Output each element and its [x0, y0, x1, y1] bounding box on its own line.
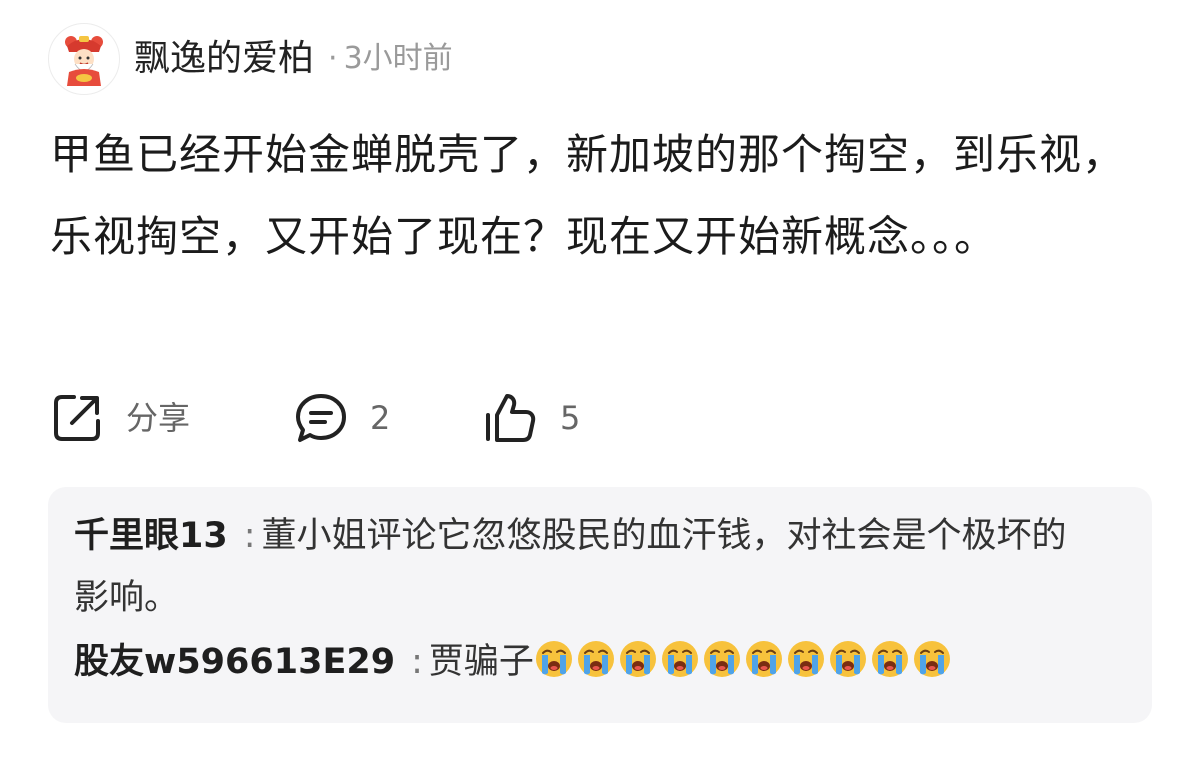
- crying-face-icon: [619, 641, 656, 677]
- post-header: 飘逸的爱柏 · 3小时前: [48, 22, 453, 96]
- crying-face-icon: [745, 641, 782, 677]
- emoji-row: [534, 641, 954, 682]
- comment-item[interactable]: 股友w596613E29: 贾骗子: [74, 631, 1094, 693]
- like-count: 5: [560, 399, 581, 437]
- avatar[interactable]: [48, 23, 120, 95]
- comment-separator: :: [243, 516, 256, 556]
- avatar-image: [65, 36, 103, 86]
- meta-separator: ·: [328, 41, 338, 76]
- share-label: 分享: [126, 399, 191, 437]
- share-icon: [54, 395, 100, 441]
- comments-preview[interactable]: 千里眼13: 董小姐评论它忽悠股民的血汗钱，对社会是个极坏的影响。 股友w5966…: [48, 487, 1152, 723]
- like-button[interactable]: 5: [482, 391, 580, 445]
- comment-item[interactable]: 千里眼13: 董小姐评论它忽悠股民的血汗钱，对社会是个极坏的影响。: [74, 505, 1094, 629]
- comment-count: 2: [370, 399, 391, 437]
- crying-face-icon: [703, 641, 740, 677]
- comment-icon: [296, 394, 346, 442]
- share-button[interactable]: 分享: [50, 391, 270, 445]
- thumbs-up-icon: [486, 394, 536, 442]
- crying-face-icon: [913, 641, 950, 677]
- comment-text: 贾骗子: [428, 642, 534, 682]
- comment-button[interactable]: 2: [294, 391, 454, 445]
- comment-author[interactable]: 千里眼13: [74, 516, 228, 556]
- crying-face-icon: [871, 641, 908, 677]
- post-time: 3小时前: [343, 41, 453, 76]
- crying-face-icon: [661, 641, 698, 677]
- crying-face-icon: [577, 641, 614, 677]
- crying-face-icon: [535, 641, 572, 677]
- crying-face-icon: [787, 641, 824, 677]
- comment-separator: :: [411, 642, 423, 682]
- action-bar: 分享 2 5: [50, 388, 580, 448]
- author-name[interactable]: 飘逸的爱柏: [134, 41, 314, 77]
- crying-face-icon: [829, 641, 866, 677]
- comment-author[interactable]: 股友w596613E29: [74, 642, 395, 682]
- post-content: 甲鱼已经开始金蝉脱壳了，新加坡的那个掏空，到乐视，乐视掏空，又开始了现在？现在又…: [50, 130, 1126, 261]
